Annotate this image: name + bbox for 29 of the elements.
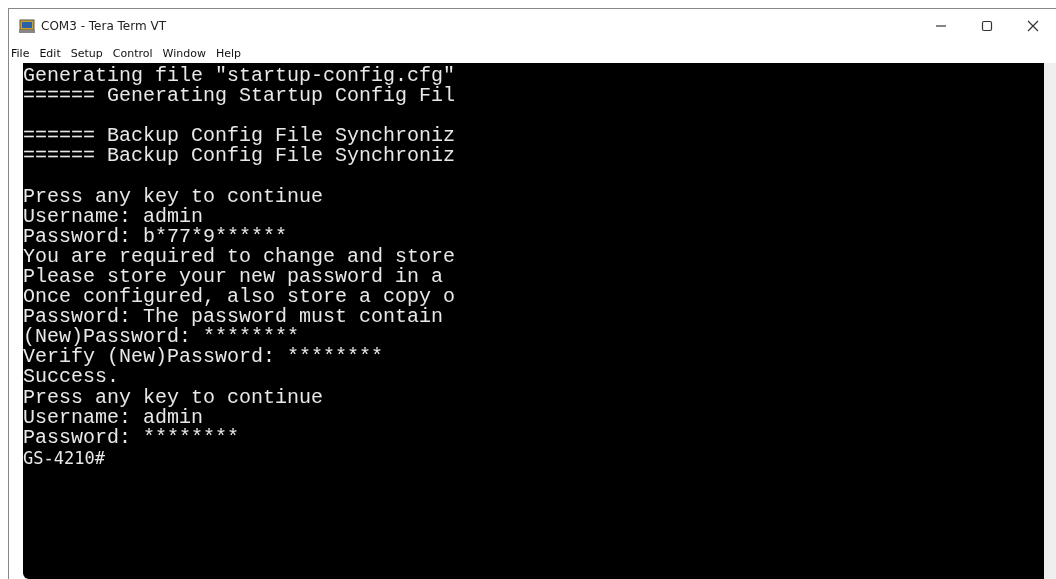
menu-item[interactable]: Control [112, 46, 153, 60]
maximize-icon [981, 20, 993, 32]
menu-item[interactable]: File [11, 46, 30, 60]
close-icon [1027, 20, 1039, 32]
terminal-line: Please store your new password in a [23, 266, 444, 288]
scrollbar[interactable] [1044, 63, 1056, 579]
terminal-line: ====== Backup Config File Synchroniz [23, 146, 456, 167]
terminal-line: Press any key to continue [23, 387, 324, 408]
window-title: COM3 - Tera Term VT [41, 19, 166, 33]
terminal-line: ====== Backup Config File Synchroniz [23, 126, 456, 147]
menu-item[interactable]: Window [162, 46, 206, 60]
terminal-app-icon [19, 19, 35, 33]
terminal-line: Verify (New)Password: ******** [23, 347, 384, 368]
menu-item[interactable]: Setup [70, 46, 103, 60]
command-prompt: GS-4210# [23, 447, 105, 468]
terminal-line: Password: ******** [23, 427, 240, 448]
terminal-line: Username: admin [23, 206, 204, 227]
terminal-line: ====== Generating Startup Config Fil [23, 86, 456, 107]
terminal-line: (New)Password: ******** [23, 327, 300, 348]
terminal-line: Success. [23, 367, 119, 388]
terminal-line: Password: The password must contain [23, 307, 444, 328]
terminal-line: You are required to change and store [23, 246, 456, 267]
menu-item[interactable]: Help [215, 46, 241, 60]
terminal-line: Username: admin [23, 407, 204, 428]
terminal-line: Generating file "startup-config.cfg" [23, 66, 456, 87]
terminal-line: Once configured, also store a copy o [23, 287, 456, 308]
menu-item[interactable]: Edit [39, 46, 61, 60]
terminal-line: Press any key to continue [23, 186, 324, 207]
terminal-line: Password: b*77*9****** [23, 226, 288, 247]
